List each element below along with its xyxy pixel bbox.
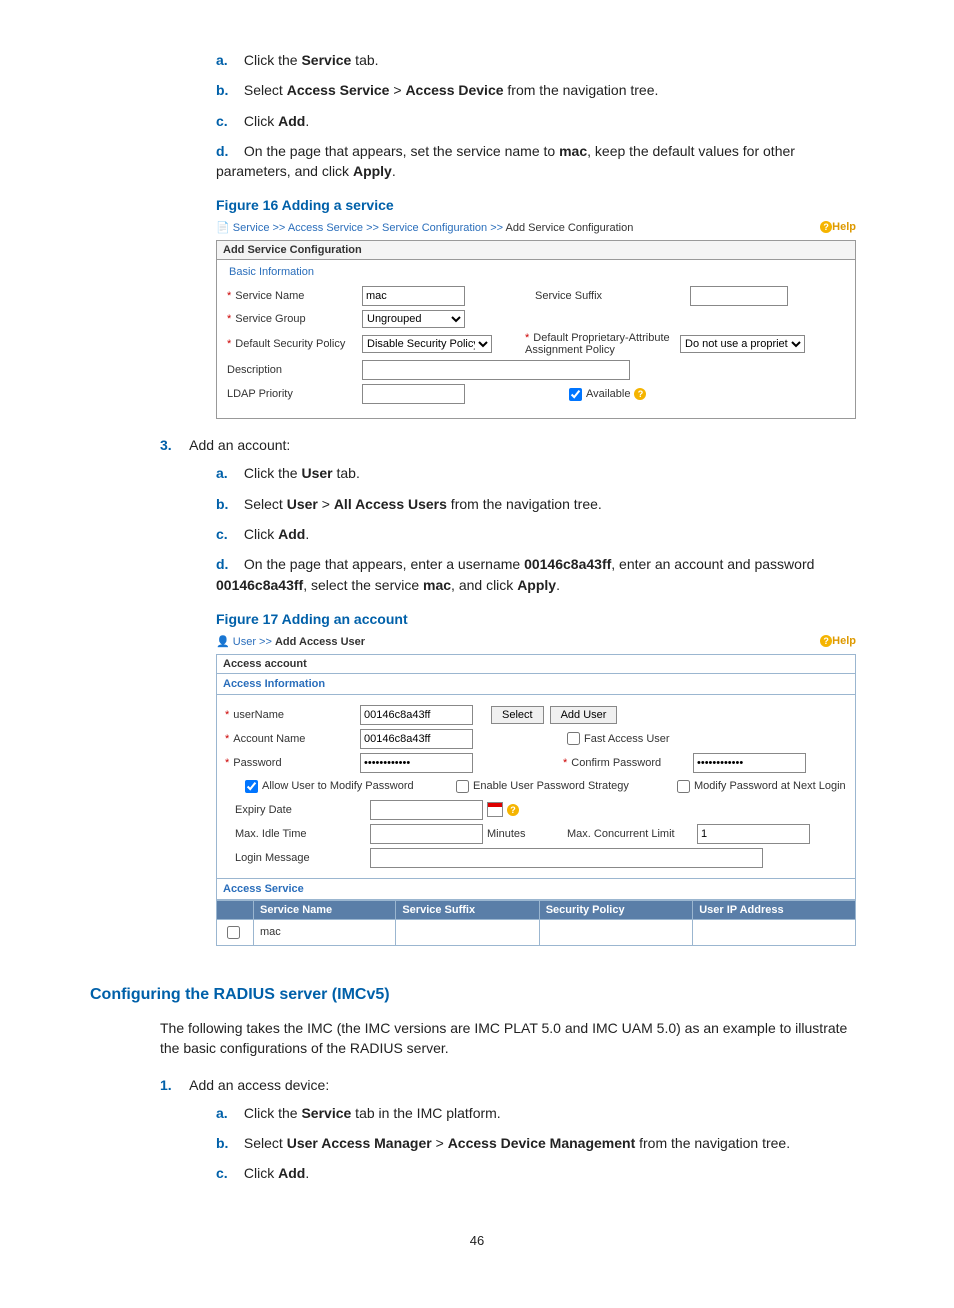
page-number: 46	[90, 1233, 864, 1248]
strategy-label: Enable User Password Strategy	[473, 780, 673, 792]
substep-c: c. Click Add.	[216, 111, 864, 131]
substep-1a: a. Click the Service tab in the IMC plat…	[216, 1103, 864, 1123]
login-msg-label: Login Message	[225, 852, 370, 864]
help-link[interactable]: ?Help	[816, 635, 856, 647]
substep-3b: b. Select User > All Access Users from t…	[216, 494, 864, 514]
expiry-label: Expiry Date	[225, 804, 370, 816]
available-checkbox[interactable]	[569, 388, 582, 401]
fast-access-label: Fast Access User	[584, 733, 670, 745]
service-suffix-label: Service Suffix	[535, 290, 690, 302]
allow-modify-label: Allow User to Modify Password	[262, 780, 452, 792]
service-name-input[interactable]	[362, 286, 465, 306]
available-label: Available	[586, 388, 630, 400]
allow-modify-checkbox[interactable]	[245, 780, 258, 793]
help-icon: ?	[820, 221, 832, 233]
next-login-checkbox[interactable]	[677, 780, 690, 793]
ldap-priority-label: LDAP Priority	[227, 388, 362, 400]
intro-paragraph: The following takes the IMC (the IMC ver…	[160, 1018, 864, 1059]
service-table: Service Name Service Suffix Security Pol…	[216, 900, 856, 946]
description-input[interactable]	[362, 360, 630, 380]
marker: a.	[216, 50, 240, 70]
confirm-password-input[interactable]	[693, 753, 806, 773]
service-group-label: Service Group	[235, 313, 305, 325]
substep-d: d. On the page that appears, set the ser…	[216, 141, 864, 182]
select-button[interactable]: Select	[491, 706, 544, 724]
legend: Basic Information	[229, 266, 845, 278]
add-user-button[interactable]: Add User	[550, 706, 618, 724]
login-msg-input[interactable]	[370, 848, 763, 868]
substep-b: b. Select Access Service > Access Device…	[216, 80, 864, 100]
marker: 3.	[160, 437, 186, 453]
substep-a: a. Click the Service tab.	[216, 50, 864, 70]
figure17-caption: Figure 17 Adding an account	[216, 611, 864, 627]
proprietary-attr-select[interactable]: Do not use a proprietar	[680, 335, 805, 353]
user-icon: 👤	[216, 636, 230, 648]
account-label: Account Name	[233, 733, 305, 745]
figure16-panel: 📄 Service >> Access Service >> Service C…	[216, 219, 856, 419]
marker: c.	[216, 111, 240, 131]
basic-info-fieldset: Basic Information *Service Name Service …	[216, 260, 856, 419]
col-service-suffix: Service Suffix	[396, 900, 539, 919]
step-1: 1. Add an access device:	[160, 1077, 864, 1093]
ldap-priority-input[interactable]	[362, 384, 465, 404]
step-3: 3. Add an account:	[160, 437, 864, 453]
minutes-label: Minutes	[487, 828, 567, 840]
substep-3d: d. On the page that appears, enter a use…	[216, 554, 864, 595]
idle-label: Max. Idle Time	[225, 828, 370, 840]
panel-title: Access account	[216, 654, 856, 674]
figure16-caption: Figure 16 Adding a service	[216, 197, 864, 213]
substep-1b: b. Select User Access Manager > Access D…	[216, 1133, 864, 1153]
service-name-label: Service Name	[235, 290, 304, 302]
concurrent-input[interactable]	[697, 824, 810, 844]
security-policy-select[interactable]: Disable Security Policy	[362, 335, 492, 353]
username-label: userName	[233, 709, 284, 721]
heading-radius: Configuring the RADIUS server (IMCv5)	[90, 986, 864, 1004]
cell-service-name: mac	[254, 919, 396, 945]
col-service-name: Service Name	[254, 900, 396, 919]
service-suffix-input[interactable]	[690, 286, 788, 306]
security-policy-label: Default Security Policy	[235, 338, 345, 350]
help-link[interactable]: ?Help	[816, 221, 856, 233]
row-checkbox[interactable]	[227, 926, 240, 939]
calendar-icon[interactable]	[487, 802, 503, 817]
substep-3c: c. Click Add.	[216, 524, 864, 544]
help-icon[interactable]: ?	[507, 804, 519, 816]
col-user-ip: User IP Address	[693, 900, 856, 919]
substep-1c: c. Click Add.	[216, 1163, 864, 1183]
breadcrumb: Service >> Access Service >> Service Con…	[233, 222, 634, 234]
concurrent-label: Max. Concurrent Limit	[567, 828, 697, 840]
account-input[interactable]	[360, 729, 473, 749]
col-security-policy: Security Policy	[539, 900, 693, 919]
figure17-panel: 👤 User >> Add Access User ?Help Access a…	[216, 633, 856, 946]
idle-input[interactable]	[370, 824, 483, 844]
marker: b.	[216, 80, 240, 100]
username-input[interactable]	[360, 705, 473, 725]
password-label: Password	[233, 757, 281, 769]
section-heading: Access Information	[216, 674, 856, 695]
next-login-label: Modify Password at Next Login	[694, 780, 846, 792]
help-icon[interactable]: ?	[634, 388, 646, 400]
page-icon: 📄	[216, 222, 230, 234]
service-group-select[interactable]: Ungrouped	[362, 310, 465, 328]
substep-3a: a. Click the User tab.	[216, 463, 864, 483]
breadcrumb: User >> Add Access User	[233, 636, 365, 648]
proprietary-attr-label: Default Proprietary-Attribute Assignment…	[525, 332, 670, 356]
fast-access-checkbox[interactable]	[567, 732, 580, 745]
table-row: mac	[217, 919, 856, 945]
help-icon: ?	[820, 635, 832, 647]
description-label: Description	[227, 364, 362, 376]
section-heading-2: Access Service	[216, 879, 856, 900]
marker: d.	[216, 141, 240, 161]
strategy-checkbox[interactable]	[456, 780, 469, 793]
password-input[interactable]	[360, 753, 473, 773]
panel-title: Add Service Configuration	[216, 240, 856, 260]
expiry-input[interactable]	[370, 800, 483, 820]
confirm-password-label: Confirm Password	[571, 757, 661, 769]
